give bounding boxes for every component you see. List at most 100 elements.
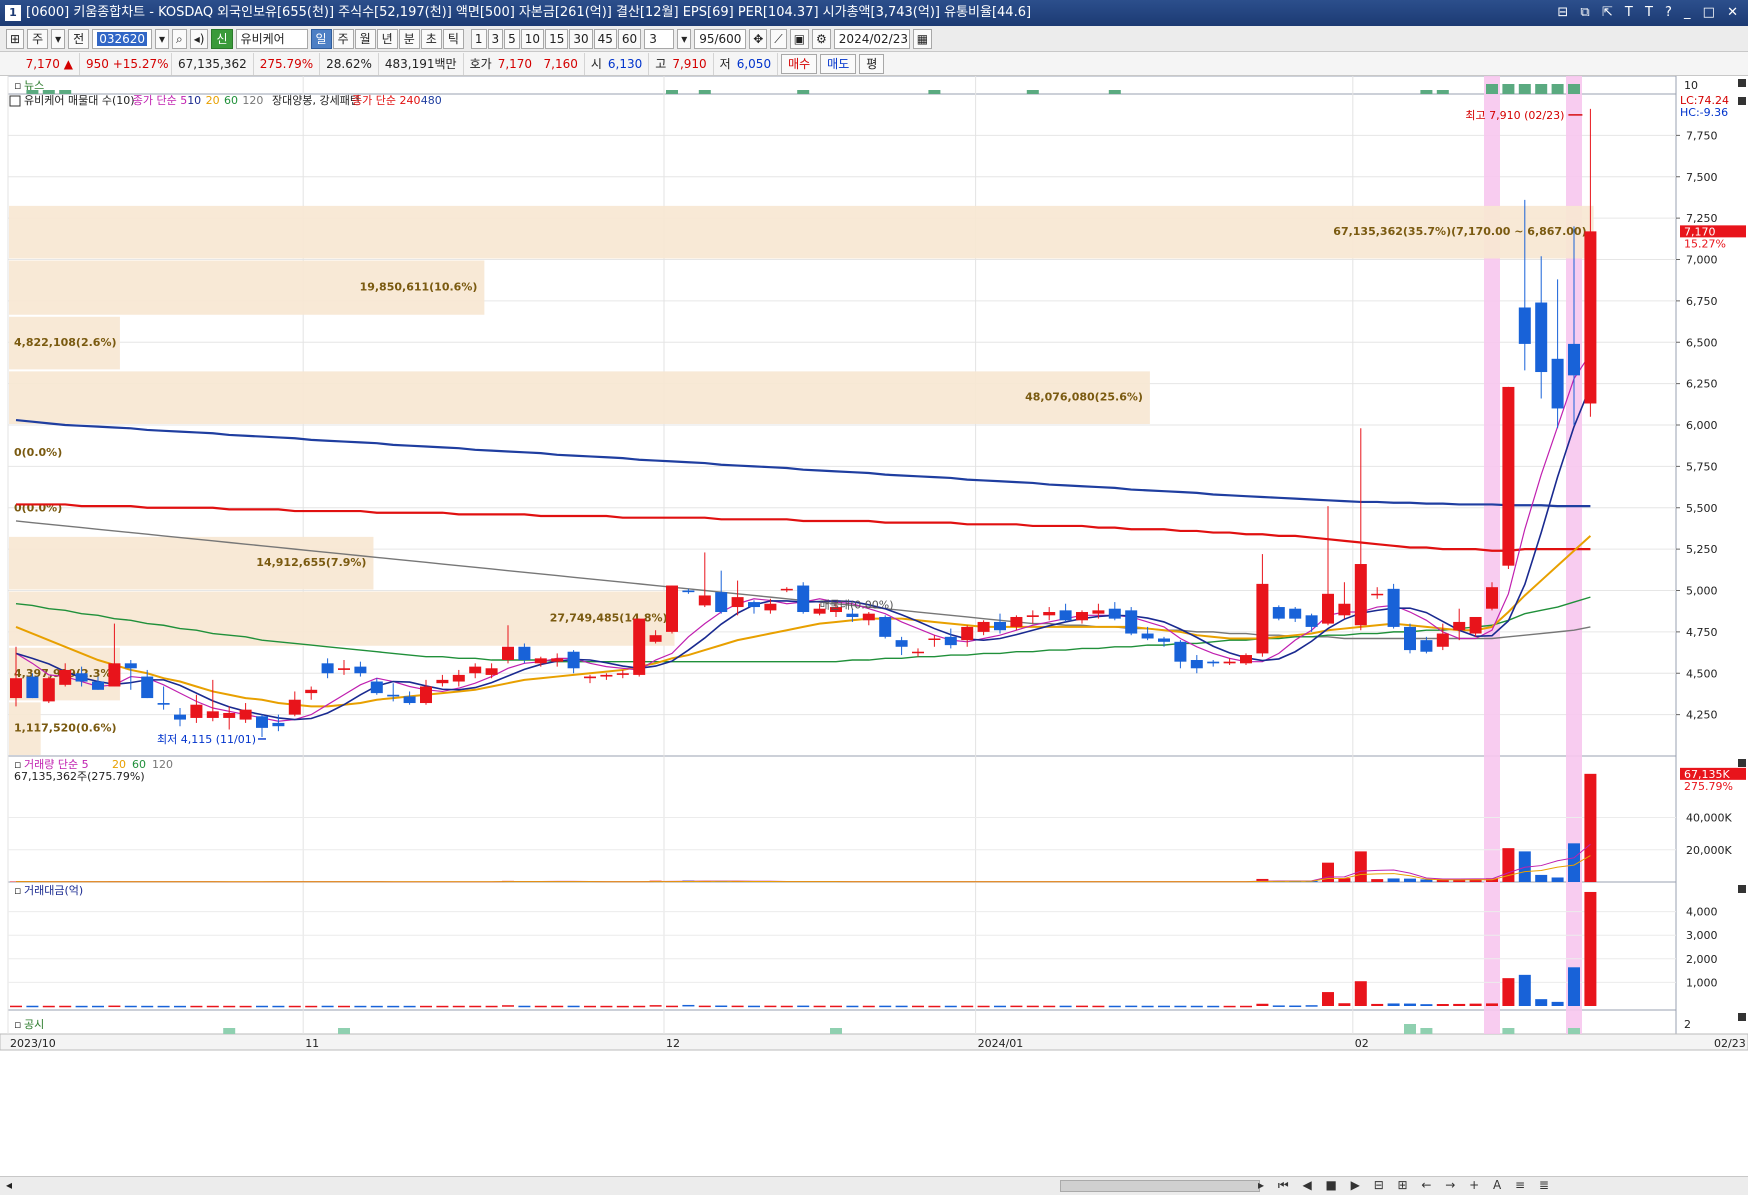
amount-bar (1141, 1005, 1154, 1008)
change-value: 950 (86, 56, 109, 71)
prev-button[interactable]: 전 (68, 28, 90, 49)
price-change: 950 +15.27% (80, 52, 172, 75)
stock-name-field[interactable]: 유비케어 (235, 28, 308, 49)
news-mark (59, 90, 72, 94)
news-axis-label: 10 (1684, 79, 1698, 92)
scroll-thumb[interactable] (1060, 1180, 1260, 1192)
disclosure-mark (1502, 1028, 1515, 1034)
candle-body (436, 679, 449, 684)
news-mark (1535, 84, 1548, 94)
period-tab-2[interactable]: 월 (354, 28, 376, 49)
stock-code-value: 032620 (97, 31, 147, 46)
amount-bar (715, 1005, 728, 1008)
speaker-icon[interactable]: ◂) (189, 28, 209, 49)
crosshair-icon[interactable]: ✥ (749, 28, 768, 49)
candle-body (1174, 641, 1187, 662)
interval-tab-5[interactable]: 5 (504, 28, 520, 49)
period-tab-5[interactable]: 초 (420, 28, 442, 49)
draw-tool-icon[interactable]: ⟋ (770, 28, 787, 49)
avg-button[interactable]: 평 (859, 53, 885, 74)
amount-axis-tick: 1,000 (1686, 976, 1718, 989)
price-axis-tick: 5,000 (1686, 585, 1718, 598)
chevron-down-icon[interactable]: ▾ (677, 28, 692, 49)
interval-tab-45[interactable]: 45 (593, 28, 617, 49)
interval-tab-1[interactable]: 1 (470, 28, 487, 49)
calendar-icon[interactable]: ▦ (912, 28, 933, 49)
panel-close-icon[interactable] (1738, 1013, 1746, 1021)
scroll-left-icon[interactable]: ◂ (6, 1178, 12, 1192)
period-tab-3[interactable]: 년 (376, 28, 398, 49)
chart-nav-controls[interactable]: ▸ ⏮ ◀ ■ ▶ ⊟ ⊞ ← → + A ≡ ≣ (1258, 1178, 1554, 1193)
amount-bar (1026, 1005, 1039, 1008)
amount-bar (403, 1005, 416, 1008)
low-annotation: 최저 4,115 (11/01) (157, 733, 256, 746)
chevron-down-icon[interactable]: ▾ (155, 28, 170, 49)
low-box: 저 6,050 (714, 52, 779, 75)
candle-body (977, 621, 990, 632)
candle-body (862, 613, 875, 621)
disclosure-mark (1568, 1028, 1580, 1034)
amount-bar (305, 1005, 318, 1008)
interval-tab-15[interactable]: 15 (545, 28, 569, 49)
news-mark (797, 90, 810, 94)
price-axis-tick: 7,250 (1686, 212, 1718, 225)
interval-tab-60[interactable]: 60 (617, 28, 642, 49)
date-field[interactable]: 2024/02/23 (833, 28, 910, 49)
panel-close-icon[interactable] (1738, 885, 1746, 893)
volume-profile-bar (9, 371, 1150, 424)
candle-body (1240, 655, 1252, 664)
x-axis-label: 02/23 (1714, 1037, 1746, 1050)
volume-profile-label: 0(0.0%) (14, 446, 62, 459)
amount-bar (1207, 1005, 1220, 1008)
interval-tab-10[interactable]: 10 (520, 28, 545, 49)
window-controls[interactable]: ⊟ ⧉ ⇱ T T ? _ □ ✕ (1557, 0, 1742, 26)
interval-tab-30[interactable]: 30 (569, 28, 593, 49)
amount-bar (1387, 1003, 1400, 1006)
buy-button[interactable]: 매수 (781, 53, 818, 74)
amount-bar (846, 1005, 859, 1008)
sell-button[interactable]: 매도 (820, 53, 857, 74)
panel-close-icon[interactable] (1738, 79, 1746, 87)
high-box: 고 7,910 (649, 52, 714, 75)
candle-body (239, 709, 252, 720)
news-mark (42, 90, 55, 94)
price-axis-tick: 6,750 (1686, 295, 1718, 308)
legend-ma-period: 120 (242, 94, 263, 107)
amount-bar (42, 1005, 55, 1008)
amount-bar (518, 1005, 531, 1008)
chevron-down-icon[interactable]: ▾ (51, 28, 66, 49)
amount-bar (994, 1005, 1006, 1008)
gear-icon[interactable]: ⚙ (812, 28, 831, 49)
candle-body (1076, 612, 1088, 621)
save-icon[interactable]: ▣ (789, 28, 810, 49)
amount-bar (928, 1005, 941, 1008)
period-tab-1[interactable]: 주 (332, 28, 354, 49)
volume-ratio: 275.79% (254, 52, 321, 75)
panel-close-icon[interactable] (1738, 97, 1746, 105)
period-tab-6[interactable]: 틱 (442, 28, 464, 49)
period-tab-4[interactable]: 분 (398, 28, 420, 49)
news-mark (26, 90, 39, 94)
stock-code-input[interactable]: 032620 (92, 28, 152, 49)
news-mark (1108, 90, 1121, 94)
volume-axis-tick: 40,000K (1686, 812, 1732, 825)
search-icon[interactable]: ⌕ (172, 28, 187, 49)
volume-profile-label: 14,912,655(7.9%) (256, 556, 366, 569)
interval-field[interactable]: 3 (644, 28, 675, 49)
period-tab-0[interactable]: 일 (310, 28, 332, 49)
disclosure-mark (1404, 1024, 1416, 1034)
amount-bar (616, 1005, 629, 1008)
mode-select[interactable]: 주 (27, 28, 49, 49)
panel-close-icon[interactable] (1738, 759, 1746, 767)
count-field[interactable]: 95/600 (694, 28, 747, 49)
interval-tab-3[interactable]: 3 (487, 28, 504, 49)
news-mark (928, 90, 941, 94)
candle-body (1469, 616, 1482, 634)
amount-bar (682, 1004, 695, 1007)
chart-area[interactable]: 4,250 4,500 4,750 5,000 5,250 5,500 5,750 6,000… (0, 76, 1748, 1176)
amount-bar (272, 1005, 285, 1008)
legend-ma-period: 20 (206, 94, 220, 107)
layout-icon[interactable]: ⊞ (6, 28, 25, 49)
amount-bar (1518, 974, 1531, 1006)
amount-bar (239, 1005, 252, 1008)
